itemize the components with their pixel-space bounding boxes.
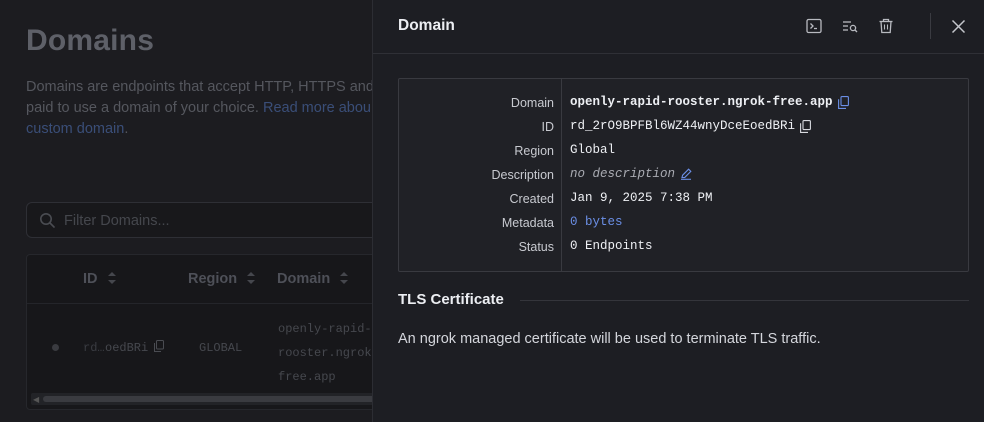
metadata-link[interactable]: 0 bytes xyxy=(570,215,623,229)
detail-value-id: rd_2rO9BPFBl6WZ44wnyDceEoedBRi xyxy=(570,119,811,133)
column-header-id[interactable]: ID xyxy=(83,271,116,287)
search-icon xyxy=(40,213,55,228)
terminal-button[interactable] xyxy=(803,15,825,37)
detail-value-domain: openly-rapid-rooster.ngrok-free.app xyxy=(570,95,849,109)
detail-row-description: Description no description xyxy=(399,163,970,187)
sort-icon xyxy=(247,272,256,284)
domain-details-table: Domain openly-rapid-rooster.ngrok-free.a… xyxy=(398,78,969,272)
detail-label: Status xyxy=(518,240,554,254)
column-header-region[interactable]: Region xyxy=(188,271,256,287)
copy-icon[interactable] xyxy=(800,119,811,133)
domain-drawer: Domain Domain openly-rapid-rooster.ngrok… xyxy=(372,0,984,422)
detail-label: Region xyxy=(514,144,554,158)
id-value: rd_2rO9BPFBl6WZ44wnyDceEoedBRi xyxy=(570,119,796,133)
detail-label: ID xyxy=(541,120,555,134)
close-button[interactable] xyxy=(947,15,969,37)
description-period: . xyxy=(124,121,129,137)
tls-heading-rule xyxy=(520,300,969,301)
column-header-id-label: ID xyxy=(83,271,98,287)
column-header-domain[interactable]: Domain xyxy=(277,271,349,287)
detail-row-domain: Domain openly-rapid-rooster.ngrok-free.a… xyxy=(399,91,970,115)
row-status-dot xyxy=(52,344,59,351)
detail-value-description: no description xyxy=(570,167,692,181)
detail-label: Description xyxy=(491,168,554,182)
background-content: Domains Domains are endpoints that accep… xyxy=(0,0,372,422)
scrollbar-thumb[interactable] xyxy=(43,396,372,402)
detail-label: Domain xyxy=(510,96,554,110)
sort-icon xyxy=(340,272,349,284)
detail-value-status: 0 Endpoints xyxy=(570,239,653,253)
header-divider xyxy=(930,13,931,39)
sort-icon xyxy=(107,272,116,284)
page-description: Domains are endpoints that accept HTTP, … xyxy=(26,77,372,140)
detail-label: Created xyxy=(509,192,554,206)
header-divider xyxy=(27,303,372,304)
row-domain-line-1: openly-rapid- xyxy=(278,322,372,336)
tls-certificate-text: An ngrok managed certificate will be use… xyxy=(398,331,821,347)
custom-domain-link[interactable]: custom domain xyxy=(26,121,124,137)
scroll-left-arrow-icon[interactable]: ◀ xyxy=(33,395,39,404)
column-header-region-label: Region xyxy=(188,271,238,287)
row-region: GLOBAL xyxy=(199,341,243,355)
domains-table: ID Region Domain rd… oedBRi GLOBAL openl… xyxy=(26,254,372,410)
row-id-prefix: rd… xyxy=(83,341,105,355)
terminal-icon xyxy=(806,18,822,34)
copy-icon[interactable] xyxy=(154,340,164,352)
drawer-title: Domain xyxy=(398,17,455,34)
search-placeholder: Filter Domains... xyxy=(64,213,170,229)
inspect-button[interactable] xyxy=(839,15,861,37)
search-list-icon xyxy=(843,21,858,33)
drawer-header: Domain xyxy=(373,0,984,54)
filter-domains-input[interactable]: Filter Domains... xyxy=(26,202,372,238)
detail-row-id: ID rd_2rO9BPFBl6WZ44wnyDceEoedBRi xyxy=(399,115,970,139)
description-value: no description xyxy=(570,167,676,181)
detail-row-created: Created Jan 9, 2025 7:38 PM xyxy=(399,187,970,211)
delete-button[interactable] xyxy=(875,15,897,37)
page-title: Domains xyxy=(26,24,155,57)
copy-icon[interactable] xyxy=(837,95,849,109)
detail-value-region: Global xyxy=(570,143,616,157)
detail-row-status: Status 0 Endpoints xyxy=(399,235,970,259)
column-header-domain-label: Domain xyxy=(277,271,331,287)
domain-value: openly-rapid-rooster.ngrok-free.app xyxy=(570,95,833,109)
detail-value-created: Jan 9, 2025 7:38 PM xyxy=(570,191,713,205)
detail-row-metadata: Metadata 0 bytes xyxy=(399,211,970,235)
description-line-1: Domains are endpoints that accept HTTP, … xyxy=(26,79,372,95)
detail-row-region: Region Global xyxy=(399,139,970,163)
detail-label: Metadata xyxy=(501,216,554,230)
read-more-link[interactable]: Read more abou xyxy=(263,100,371,116)
close-icon xyxy=(951,19,965,33)
row-domain: openly-rapid- rooster.ngrok free.app xyxy=(278,317,372,389)
description-line-2: paid to use a domain of your choice. xyxy=(26,100,259,116)
row-domain-line-2: rooster.ngrok xyxy=(278,346,372,360)
tls-certificate-heading: TLS Certificate xyxy=(398,291,504,308)
row-domain-line-3: free.app xyxy=(278,370,336,384)
pencil-icon[interactable] xyxy=(680,168,692,180)
horizontal-scrollbar[interactable]: ◀ xyxy=(31,393,372,405)
trash-icon xyxy=(879,18,893,34)
row-id-suffix: oedBRi xyxy=(105,341,149,355)
